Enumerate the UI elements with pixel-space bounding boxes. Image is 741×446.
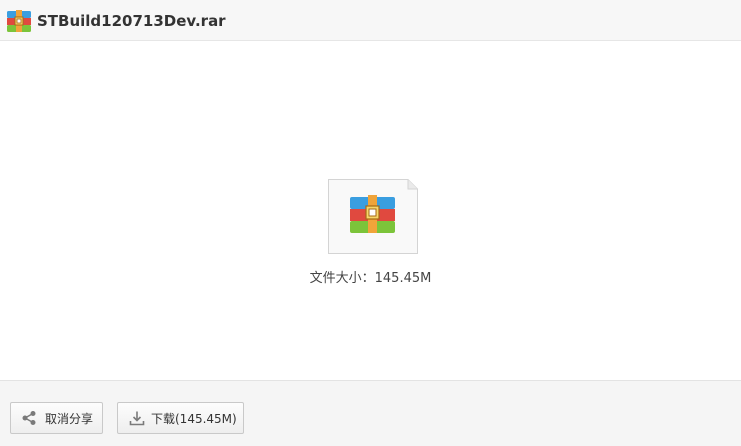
file-page-icon bbox=[328, 179, 418, 254]
download-label: 下载(145.45M) bbox=[151, 411, 237, 426]
file-title: STBuild120713Dev.rar bbox=[37, 12, 226, 30]
action-bar: 取消分享 下载(145.45M) bbox=[0, 380, 741, 446]
download-button[interactable]: 下载(145.45M) bbox=[117, 402, 244, 434]
share-page: STBuild120713Dev.rar 文件大小：145.45M 取消分享 下… bbox=[0, 0, 741, 446]
file-preview bbox=[328, 179, 418, 254]
cancel-share-button[interactable]: 取消分享 bbox=[10, 402, 103, 434]
winrar-archive-icon bbox=[350, 195, 395, 233]
share-icon bbox=[22, 411, 36, 425]
file-size-label: 文件大小：145.45M bbox=[309, 271, 432, 286]
page-header: STBuild120713Dev.rar bbox=[0, 0, 741, 41]
winrar-archive-icon bbox=[7, 10, 31, 32]
download-icon bbox=[129, 411, 145, 426]
cancel-share-label: 取消分享 bbox=[45, 411, 94, 426]
